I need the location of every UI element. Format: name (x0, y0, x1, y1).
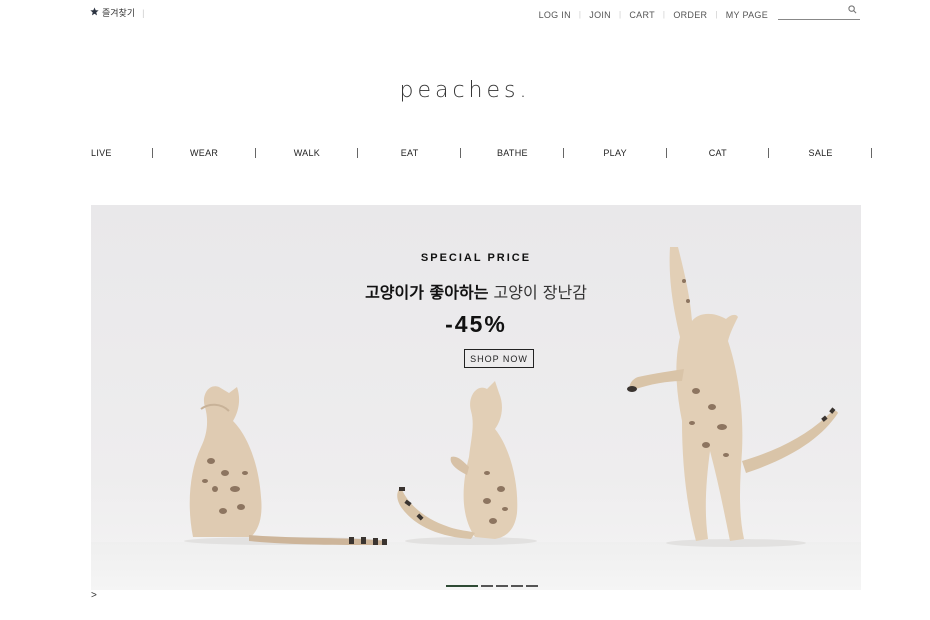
slide-indicators (446, 585, 538, 587)
category-nav: LIVE WEAR WALK EAT BATHE PLAY CAT SALE (50, 146, 872, 160)
order-link[interactable]: ORDER (673, 10, 707, 20)
slide-dot-5[interactable] (526, 585, 538, 587)
nav-cat[interactable]: CAT (667, 146, 770, 160)
divider: | (618, 10, 622, 19)
divider: | (715, 10, 718, 19)
divider: | (662, 10, 666, 19)
star-icon (90, 7, 99, 18)
nav-walk[interactable]: WALK (256, 146, 359, 160)
shop-now-button[interactable]: SHOP NOW (464, 349, 534, 368)
cart-link[interactable]: CART (629, 10, 655, 20)
nav-live[interactable]: LIVE (50, 146, 153, 160)
nav-bathe[interactable]: BATHE (461, 146, 564, 160)
nav-wear[interactable]: WEAR (153, 146, 256, 160)
search-icon[interactable] (848, 5, 858, 15)
next-arrow[interactable]: > (91, 590, 97, 601)
search-box (778, 5, 860, 20)
nav-play[interactable]: PLAY (564, 146, 667, 160)
slide-dot-1[interactable] (446, 585, 478, 587)
slide-dot-2[interactable] (481, 585, 493, 587)
search-input[interactable] (778, 9, 846, 20)
headline-light: 고양이 장난감 (493, 283, 587, 302)
site-logo[interactable]: peaches. (0, 78, 930, 103)
slide-dot-4[interactable] (511, 585, 523, 587)
cat-reaching-image (627, 247, 838, 547)
login-link[interactable]: LOG IN (539, 10, 571, 20)
utility-nav: LOG IN | JOIN | CART | ORDER | MY PAGE (539, 5, 860, 20)
headline-bold: 고양이가 좋아하는 (365, 283, 489, 302)
nav-sale[interactable]: SALE (769, 146, 872, 160)
slide-dot-3[interactable] (496, 585, 508, 587)
bookmark-label: 즐겨찾기 (102, 8, 136, 18)
divider: | (142, 7, 145, 18)
mypage-link[interactable]: MY PAGE (726, 10, 768, 20)
join-link[interactable]: JOIN (589, 10, 611, 20)
cat-sitting-image (184, 386, 387, 545)
divider: | (578, 10, 582, 19)
cat-begging-image (397, 381, 537, 545)
hero-banner[interactable]: SPECIAL PRICE 고양이가 좋아하는 고양이 장난감 -45% SHO… (91, 205, 861, 590)
nav-eat[interactable]: EAT (358, 146, 461, 160)
bookmark-link[interactable]: 즐겨찾기 | (90, 6, 144, 19)
